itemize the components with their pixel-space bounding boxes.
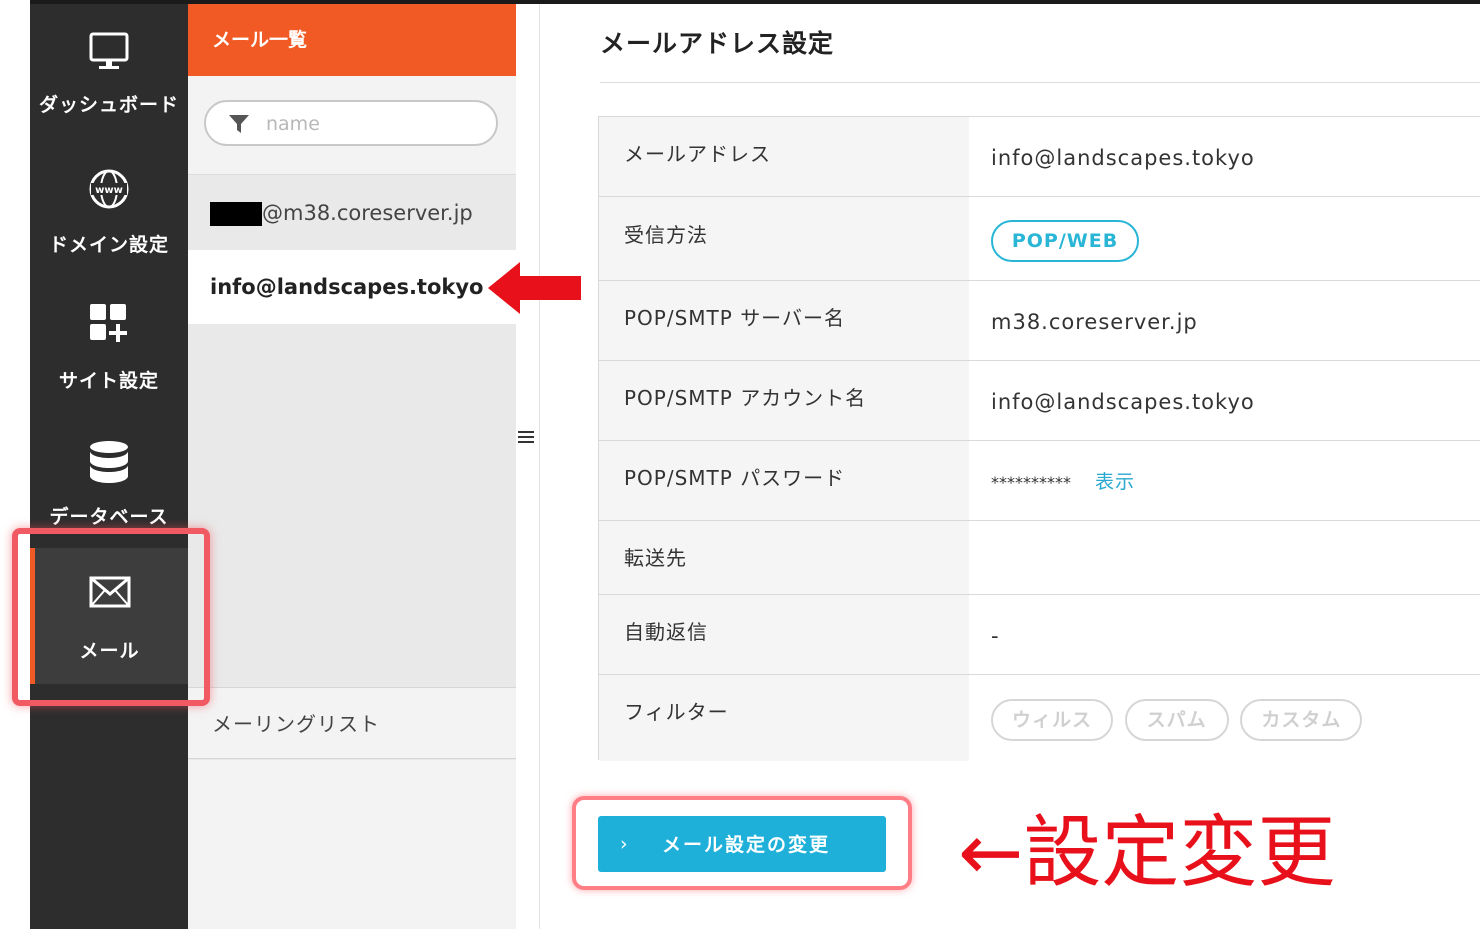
table-row: POP/SMTP パスワード ********** 表示 (599, 441, 1480, 521)
receive-method-badge: POP/WEB (991, 220, 1139, 262)
filter-icon (229, 115, 249, 133)
account-item[interactable]: @m38.coreserver.jp (188, 176, 516, 250)
row-key: 受信方法 (599, 197, 969, 280)
filter-input[interactable] (264, 110, 478, 138)
filter-box[interactable] (204, 100, 498, 146)
monitor-icon (89, 32, 129, 69)
panel-footer (188, 760, 516, 929)
page-title: メールアドレス設定 (600, 29, 835, 58)
sidebar-item-label: ダッシュボード (38, 94, 179, 116)
account-email: info@landscapes.tokyo (210, 275, 484, 299)
panel-divider (516, 4, 540, 929)
row-value: ********** 表示 (969, 441, 1480, 520)
redacted-block (210, 202, 262, 226)
red-arrow-icon (488, 262, 581, 314)
row-value: ウィルス スパム カスタム (969, 675, 1480, 761)
row-value: info@landscapes.tokyo (969, 361, 1480, 440)
main-sidebar: ダッシュボード www ドメイン設定 サイト設定 データベース メール (30, 4, 188, 929)
sidebar-item-label: サイト設定 (58, 370, 159, 392)
show-password-link[interactable]: 表示 (1095, 471, 1135, 493)
account-item-selected[interactable]: info@landscapes.tokyo (188, 250, 516, 324)
row-key: 自動返信 (599, 595, 969, 674)
table-row: 自動返信 - (599, 595, 1480, 675)
table-row: POP/SMTP サーバー名 m38.coreserver.jp (599, 281, 1480, 361)
row-key: POP/SMTP パスワード (599, 441, 969, 520)
row-key: フィルター (599, 675, 969, 761)
table-row: 受信方法 POP/WEB (599, 197, 1480, 281)
row-key: 転送先 (599, 521, 969, 594)
mail-list-panel: メール一覧 @m38.coreserver.jp info@landscapes… (188, 4, 516, 929)
row-value: POP/WEB (969, 197, 1480, 280)
table-row: POP/SMTP アカウント名 info@landscapes.tokyo (599, 361, 1480, 441)
filter-tag-spam[interactable]: スパム (1124, 699, 1229, 741)
globe-www-icon: www (89, 169, 129, 209)
grid-plus-icon (90, 304, 127, 342)
filter-area (188, 76, 516, 175)
row-key: POP/SMTP アカウント名 (599, 361, 969, 440)
database-icon (90, 441, 128, 483)
row-value (969, 521, 1480, 594)
row-value: m38.coreserver.jp (969, 281, 1480, 360)
account-email: @m38.coreserver.jp (262, 201, 473, 225)
sidebar-item-label: データベース (49, 506, 169, 528)
filter-tag-virus[interactable]: ウィルス (991, 699, 1113, 741)
settings-table: メールアドレス info@landscapes.tokyo 受信方法 POP/W… (598, 116, 1480, 761)
row-value: info@landscapes.tokyo (969, 117, 1480, 196)
sidebar-item-label: ドメイン設定 (48, 234, 169, 256)
sidebar-item-site[interactable]: サイト設定 (30, 276, 188, 412)
mailing-list-link[interactable]: メーリングリスト (188, 687, 516, 759)
row-value: - (969, 595, 1480, 674)
button-highlight-box (572, 796, 912, 890)
filter-tag-custom[interactable]: カスタム (1240, 699, 1363, 741)
svg-text:www: www (95, 185, 123, 196)
table-row: フィルター ウィルス スパム カスタム (599, 675, 1480, 761)
password-mask: ********** (991, 473, 1071, 492)
row-key: POP/SMTP サーバー名 (599, 281, 969, 360)
mail-highlight-box (12, 528, 210, 706)
table-row: 転送先 (599, 521, 1480, 595)
title-divider (600, 82, 1480, 83)
resize-handle-icon[interactable] (518, 428, 538, 448)
row-key: メールアドレス (599, 117, 969, 196)
table-row: メールアドレス info@landscapes.tokyo (599, 117, 1480, 197)
mail-list-header: メール一覧 (188, 4, 516, 76)
sidebar-item-dashboard[interactable]: ダッシュボード (30, 4, 188, 140)
sidebar-item-domain[interactable]: www ドメイン設定 (30, 140, 188, 276)
annotation-text: ←設定変更 (958, 808, 1336, 898)
